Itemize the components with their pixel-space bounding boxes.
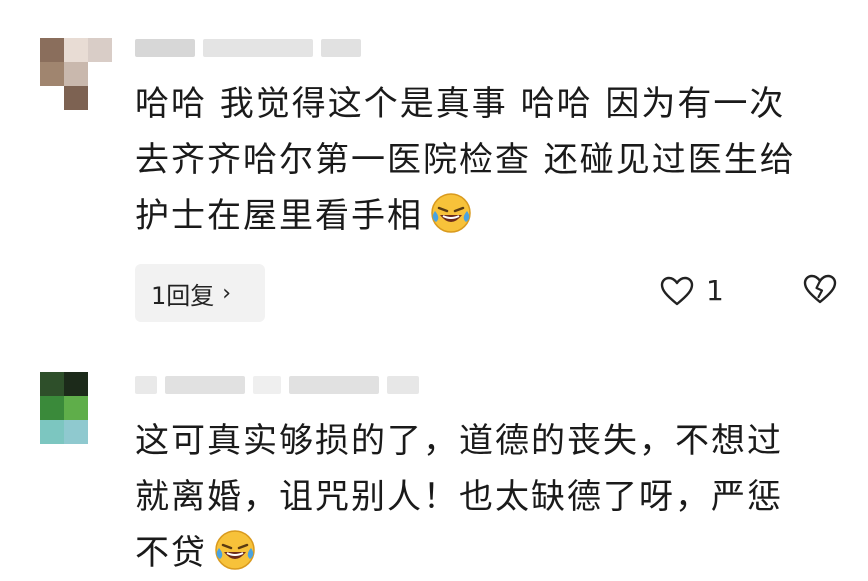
reply-count-label: 1回复 [151, 281, 215, 310]
comment-text: 哈哈 我觉得这个是真事 哈哈 因为有一次 去齐齐哈尔第一医院检查 还碰见过医生给… [135, 84, 796, 236]
laughing-crying-emoji-icon [215, 530, 255, 570]
broken-heart-icon [803, 274, 837, 304]
comment-text: 这可真实够损的了，道德的丧失，不想过 就离婚，诅咒别人！也太缺德了呀，严惩 不贷 [135, 421, 783, 573]
like-button[interactable]: 1 [660, 274, 724, 307]
comment-item: 这可真实够损的了，道德的丧失，不想过 就离婚，诅咒别人！也太缺德了呀，严惩 不贷 [0, 355, 868, 578]
heart-outline-icon [660, 276, 694, 305]
chevron-right-icon: › [222, 280, 232, 306]
username[interactable] [135, 37, 361, 59]
dislike-button[interactable] [803, 274, 837, 308]
comment-item: 哈哈 我觉得这个是真事 哈哈 因为有一次 去齐齐哈尔第一医院检查 还碰见过医生给… [0, 0, 868, 340]
like-count: 1 [706, 274, 724, 307]
avatar[interactable] [40, 38, 112, 110]
avatar[interactable] [40, 372, 112, 444]
laughing-crying-emoji-icon [431, 193, 471, 233]
username[interactable] [135, 374, 419, 396]
view-replies-button[interactable]: 1回复 › [135, 264, 265, 322]
